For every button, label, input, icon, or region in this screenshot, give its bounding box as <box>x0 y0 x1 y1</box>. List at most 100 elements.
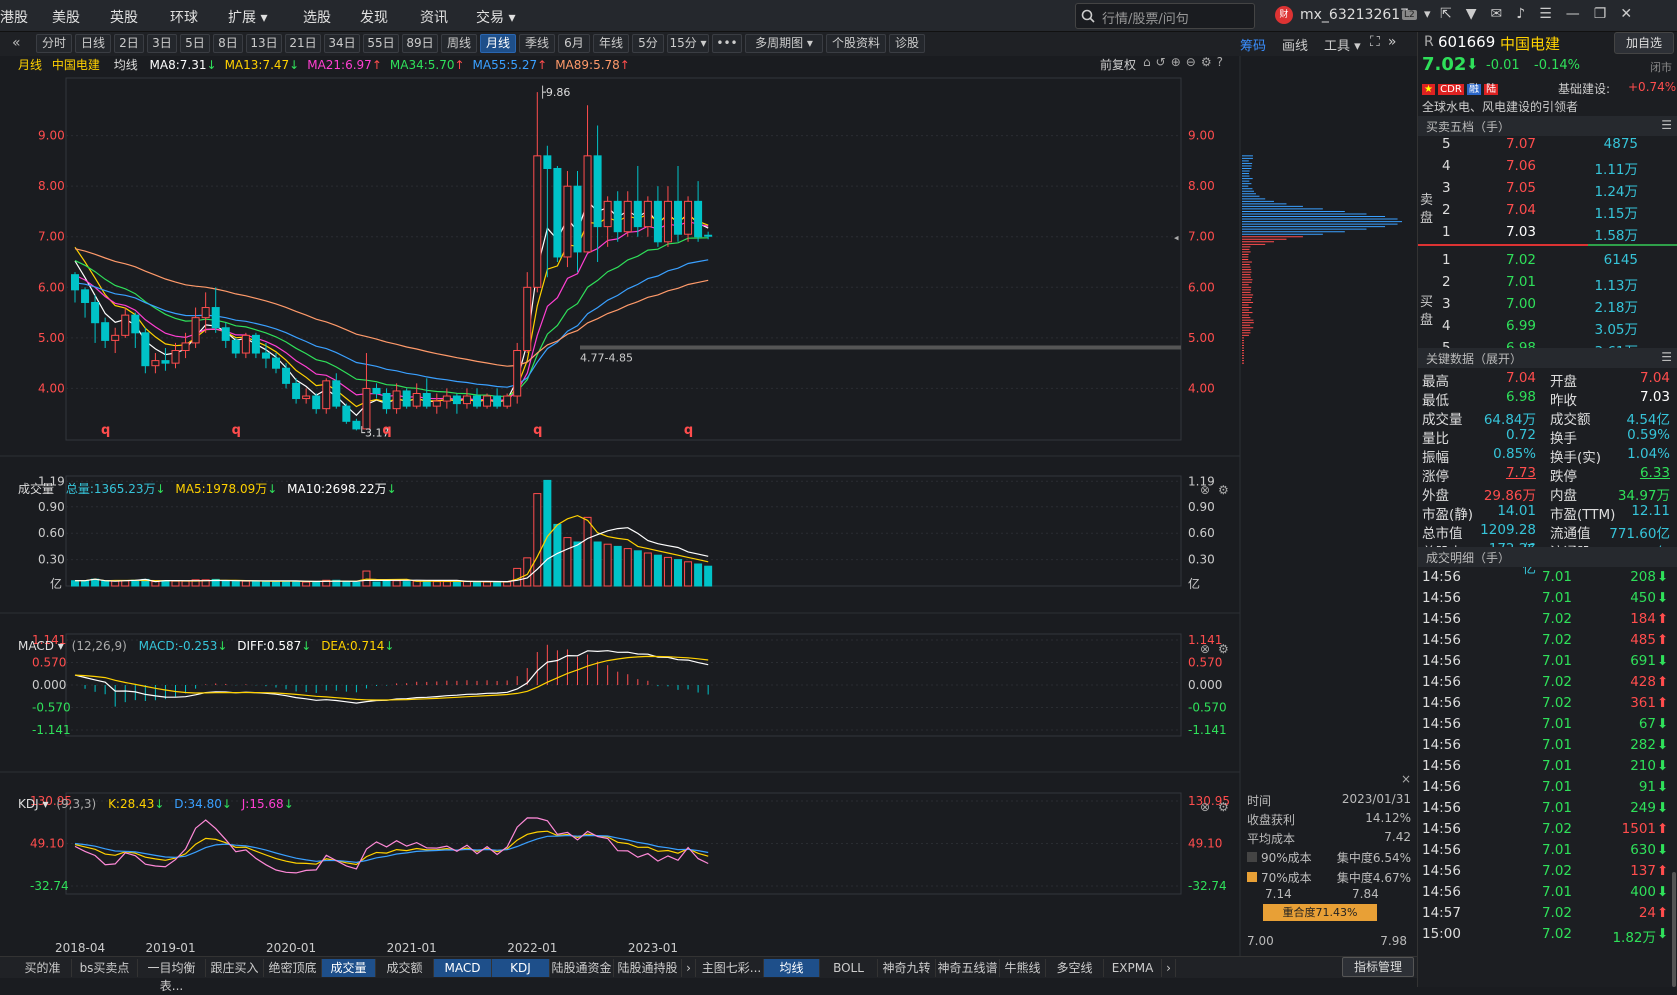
indicator-tab[interactable]: 陆股通资金 <box>550 959 614 977</box>
indicator-manager-button[interactable]: 指标管理 <box>1342 957 1414 977</box>
indicator-tab[interactable]: 牛熊线 <box>1000 959 1046 977</box>
indicator-tab[interactable]: 成交量 <box>322 959 376 977</box>
ask-price[interactable]: 7.06 <box>1486 158 1536 174</box>
right-tool[interactable]: 工具 ▾ <box>1324 39 1361 54</box>
chevron-right-icon[interactable]: › <box>1162 959 1176 977</box>
period-button[interactable]: 2日 <box>114 34 144 53</box>
period-button[interactable]: 13日 <box>246 34 282 53</box>
period-button[interactable]: 分时 <box>36 34 72 53</box>
chevron-right-icon[interactable]: › <box>682 959 696 977</box>
period-button[interactable]: 15分 ▾ <box>667 34 709 53</box>
help-icon[interactable]: ? <box>1217 55 1228 69</box>
nav-item[interactable]: 选股 <box>303 7 331 27</box>
bid-price[interactable]: 6.99 <box>1486 318 1536 334</box>
sector-label[interactable]: 基础建设: <box>1558 80 1610 97</box>
indicator-tab[interactable]: 神奇九转 <box>878 959 936 977</box>
menu-icon[interactable]: ☰ <box>1661 118 1672 132</box>
connect-icon[interactable]: 陆 <box>1484 84 1498 95</box>
indicator-tab[interactable]: EXPMA <box>1104 959 1162 977</box>
restore-icon[interactable]: ❐ <box>1594 6 1621 22</box>
period-button[interactable]: 55日 <box>363 34 399 53</box>
close-icon[interactable]: ✕ <box>1620 6 1646 22</box>
indicator-tab[interactable]: MACD <box>434 959 492 977</box>
period-button[interactable]: 3日 <box>147 34 177 53</box>
period-button[interactable]: ••• <box>712 34 742 53</box>
search-input[interactable]: 行情/股票/问句 <box>1075 3 1255 29</box>
ask-price[interactable]: 7.04 <box>1486 202 1536 218</box>
indicator-tab[interactable]: bs买卖点 <box>72 959 138 977</box>
nav-item[interactable]: 港股 <box>0 7 28 27</box>
indicator-tab[interactable]: 买的准 <box>14 959 72 977</box>
gear-icon[interactable]: ⚙ <box>1218 642 1229 656</box>
chart-area[interactable]: 9.00 9.00 8.00 8.00 7.00 7.00 6.00 6.00 5.00 5.00… <box>0 56 1417 956</box>
ma-title[interactable]: 均线 <box>114 58 138 72</box>
close-icon[interactable]: ⊗ <box>1200 483 1210 497</box>
period-button[interactable]: 多周期图 ▾ <box>745 34 823 53</box>
kdj-title[interactable]: KDJ ▾ <box>18 797 49 811</box>
indicator-tab[interactable]: 神奇五线谱 <box>936 959 1000 977</box>
nav-item[interactable]: 环球 <box>170 7 198 27</box>
period-button[interactable]: 6月 <box>558 34 590 53</box>
fullscreen-icon[interactable]: ⛶ <box>1370 34 1388 50</box>
indicator-tab[interactable]: 主图七彩... <box>700 959 764 977</box>
period-button[interactable]: 5分 <box>632 34 664 53</box>
bid-price[interactable]: 7.01 <box>1486 274 1536 290</box>
period-button[interactable]: 21日 <box>285 34 321 53</box>
close-icon[interactable]: × <box>1401 772 1411 786</box>
macd-title[interactable]: MACD ▾ <box>18 639 64 653</box>
bid-price[interactable]: 7.00 <box>1486 296 1536 312</box>
indicator-tab[interactable]: 陆股通持股 <box>614 959 682 977</box>
right-tool[interactable]: 画线 <box>1282 39 1308 54</box>
mail-icon[interactable]: ✉ <box>1491 6 1517 22</box>
add-watchlist-button[interactable]: 加自选 <box>1614 32 1674 54</box>
zoom-in-icon[interactable]: ⊕ <box>1171 55 1186 69</box>
chevron-down-icon[interactable]: ▾ <box>1424 7 1431 22</box>
chevron-right-icon[interactable]: » <box>1388 34 1405 50</box>
right-tool[interactable]: 筹码 <box>1240 39 1266 54</box>
undo-icon[interactable]: ↺ <box>1156 55 1171 69</box>
indicator-tab[interactable]: 均线 <box>764 959 820 977</box>
menu-icon[interactable]: ☰ <box>1539 6 1566 22</box>
period-button[interactable]: 年线 <box>593 34 629 53</box>
cdr-icon[interactable]: CDR <box>1438 84 1464 95</box>
collapse-left-icon[interactable]: « <box>12 35 21 51</box>
nav-item[interactable]: 英股 <box>110 7 138 27</box>
minimize-icon[interactable]: — <box>1566 6 1594 22</box>
nav-item[interactable]: 交易 ▾ <box>476 7 515 27</box>
margin-icon[interactable]: 融 <box>1467 84 1481 95</box>
gear-icon[interactable]: ⚙ <box>1218 483 1229 497</box>
indicator-tab[interactable]: 一目均衡表... <box>138 959 206 977</box>
orderbook-header[interactable]: 买卖五档（手） ☰ <box>1418 116 1677 136</box>
gear-icon[interactable]: ⚙ <box>1218 800 1229 814</box>
period-button[interactable]: 5日 <box>180 34 210 53</box>
period-button[interactable]: 月线 <box>480 34 516 53</box>
nav-item[interactable]: 扩展 ▾ <box>228 7 267 27</box>
period-button[interactable]: 日线 <box>75 34 111 53</box>
bid-price[interactable]: 7.02 <box>1486 252 1536 268</box>
period-button[interactable]: 89日 <box>402 34 438 53</box>
close-icon[interactable]: ⊗ <box>1200 800 1210 814</box>
nav-item[interactable]: 资讯 <box>420 7 448 27</box>
lock-icon[interactable]: ⌂ <box>1143 55 1156 69</box>
period-button[interactable]: 季线 <box>519 34 555 53</box>
ask-price[interactable]: 7.07 <box>1486 136 1536 152</box>
ask-price[interactable]: 7.05 <box>1486 180 1536 196</box>
user-name[interactable]: mx_632132617 <box>1300 7 1409 23</box>
zoom-out-icon[interactable]: ⊖ <box>1186 55 1201 69</box>
nav-item[interactable]: 美股 <box>52 7 80 27</box>
share-icon[interactable]: ⇱ <box>1440 6 1466 22</box>
trades-header[interactable]: 成交明细（手） <box>1418 547 1677 567</box>
indicator-tab[interactable]: BOLL <box>820 959 878 977</box>
period-button[interactable]: 周线 <box>441 34 477 53</box>
indicator-tab[interactable]: 成交额 <box>376 959 434 977</box>
shirt-icon[interactable]: ▼ <box>1466 6 1491 22</box>
menu-icon[interactable]: ☰ <box>1661 350 1672 364</box>
gear-icon[interactable]: ⚙ <box>1201 55 1217 69</box>
period-button[interactable]: 个股资料 <box>826 34 886 53</box>
close-icon[interactable]: ⊗ <box>1200 642 1210 656</box>
period-button[interactable]: 诊股 <box>889 34 925 53</box>
nav-item[interactable]: 发现 <box>360 7 388 27</box>
ask-price[interactable]: 7.03 <box>1486 224 1536 240</box>
indicator-tab[interactable]: 跟庄买入 <box>206 959 264 977</box>
trades-scrollbar[interactable] <box>1672 872 1676 987</box>
